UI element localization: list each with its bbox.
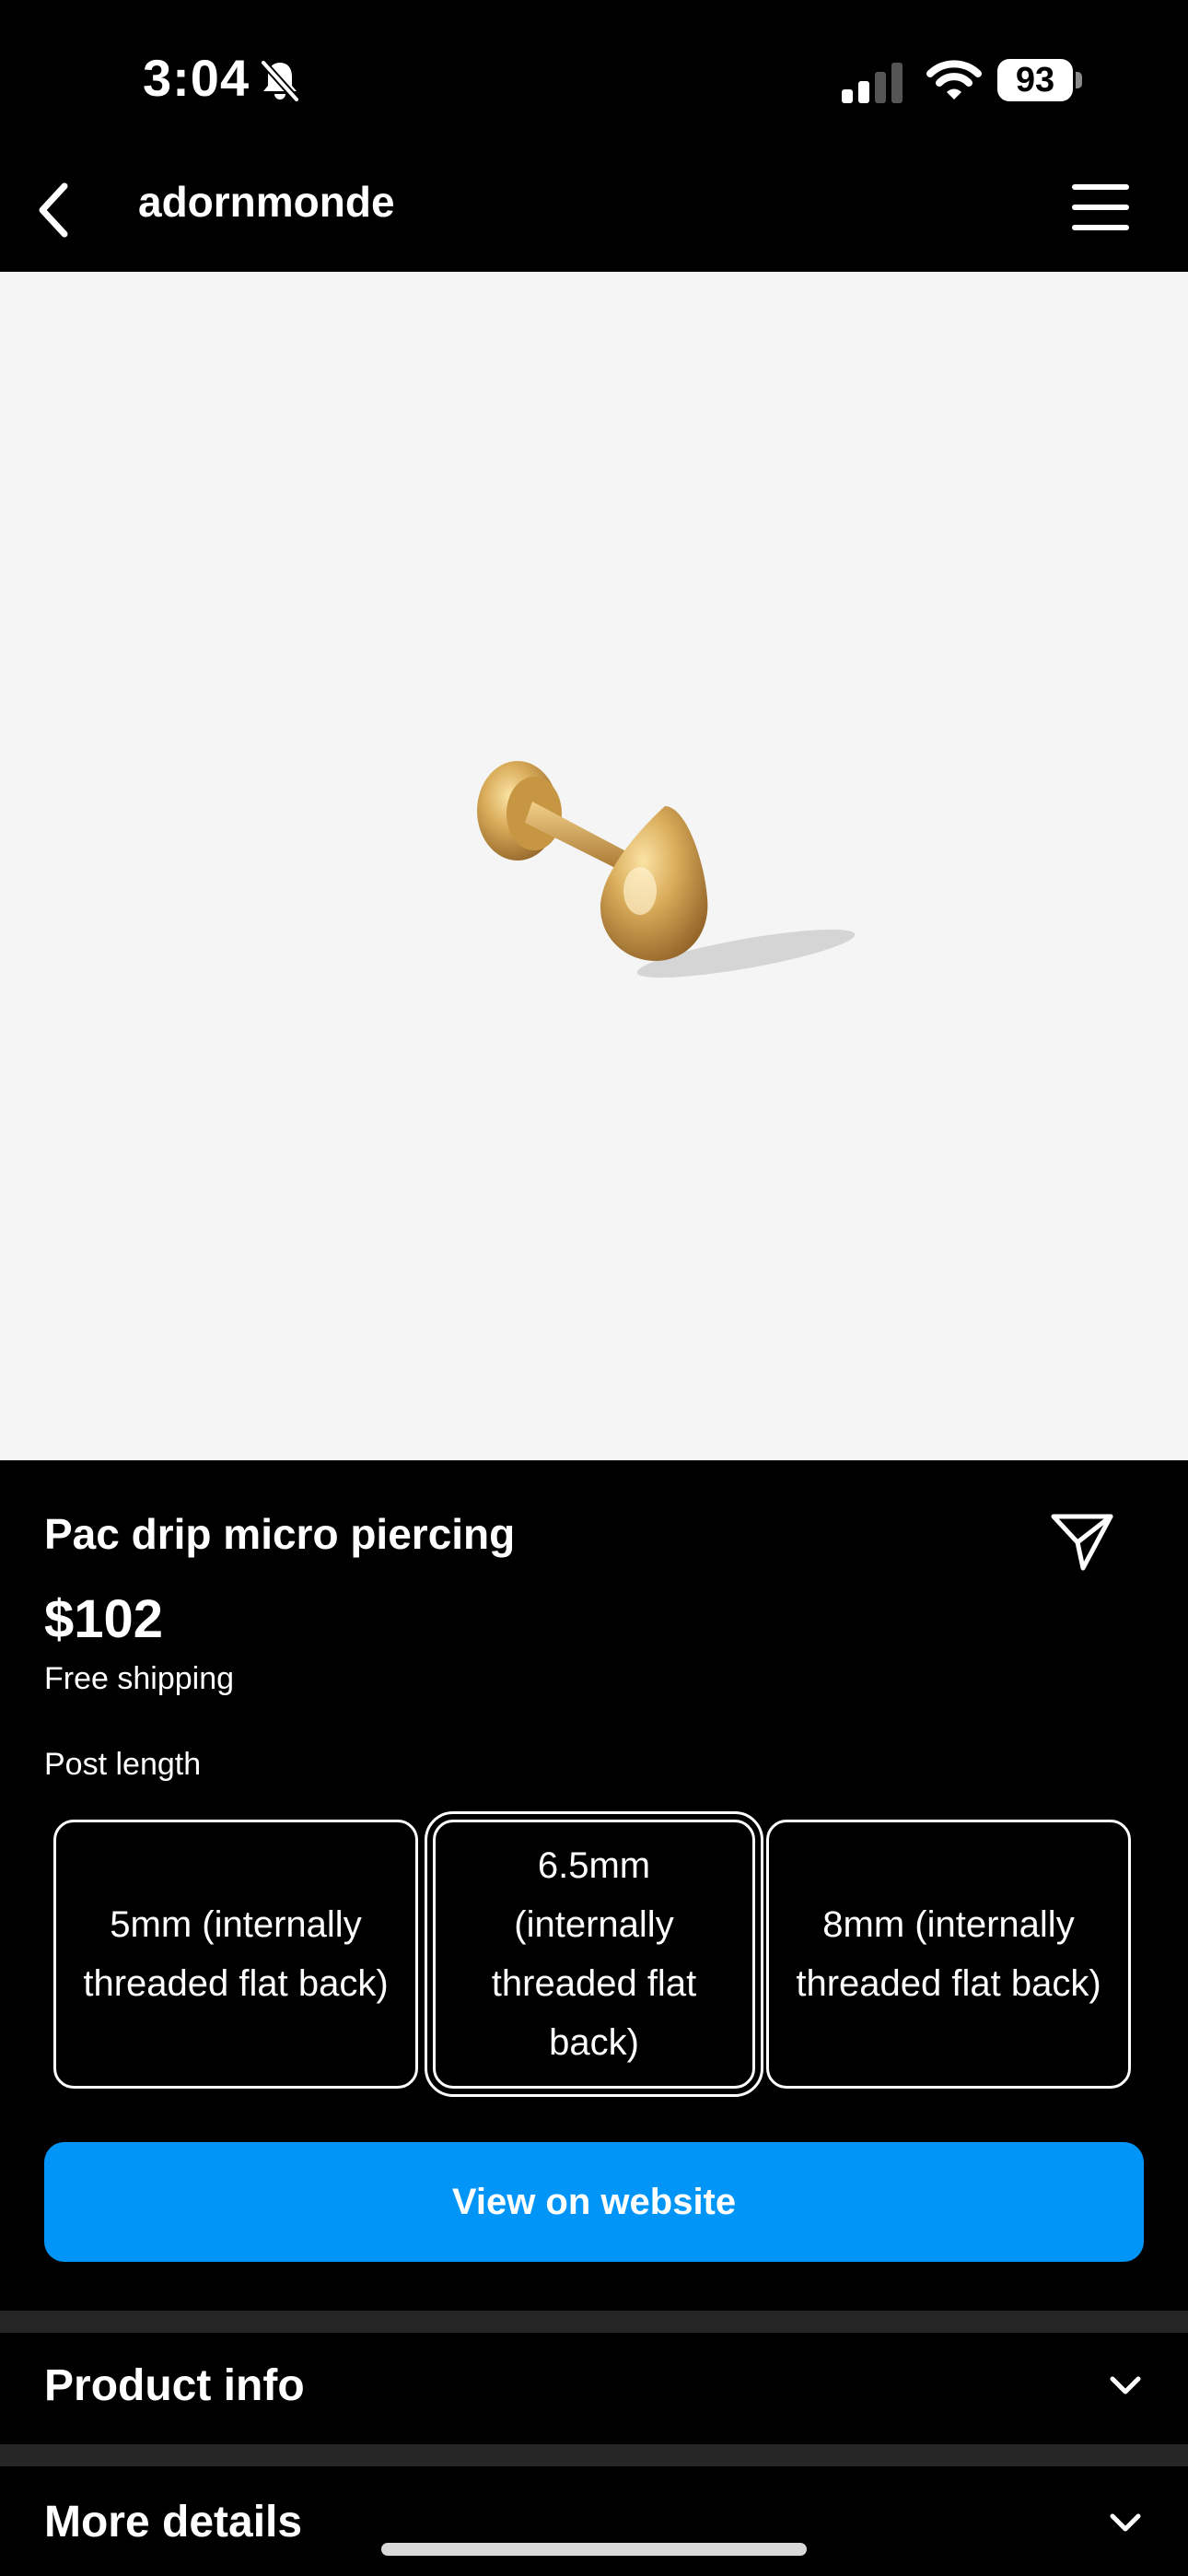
option-8mm[interactable]: 8mm (internally threaded flat back): [766, 1820, 1131, 2089]
divider: [0, 2444, 1188, 2466]
battery-level: 93: [1015, 60, 1055, 100]
option-5mm[interactable]: 5mm (internally threaded flat back): [53, 1820, 418, 2089]
back-icon[interactable]: [35, 181, 72, 244]
option-label-8mm: 8mm (internally threaded flat back): [796, 1904, 1101, 2004]
chevron-down-icon[interactable]: [1109, 2512, 1142, 2539]
wifi-icon: [926, 59, 982, 106]
option-6-5mm-selected[interactable]: 6.5mm (internally threaded flat back): [425, 1811, 763, 2097]
section-product-info[interactable]: Product info: [44, 2360, 305, 2411]
menu-icon[interactable]: [1072, 182, 1129, 237]
share-icon[interactable]: [1050, 1511, 1116, 1578]
product-title: Pac drip micro piercing: [44, 1510, 516, 1558]
status-time: 3:04: [143, 49, 250, 107]
home-indicator[interactable]: [381, 2543, 807, 2556]
cta-label: View on website: [451, 2181, 737, 2222]
section-more-details[interactable]: More details: [44, 2497, 302, 2547]
battery-cap: [1076, 72, 1082, 88]
shipping-text: Free shipping: [44, 1661, 235, 1696]
header-title[interactable]: adornmonde: [138, 177, 395, 227]
chevron-down-icon[interactable]: [1109, 2375, 1142, 2402]
bell-slash-icon: [256, 57, 304, 110]
product-price: $102: [44, 1589, 164, 1649]
product-image[interactable]: [0, 272, 1188, 1460]
option-label-6-5mm: 6.5mm (internally threaded flat back): [491, 1845, 697, 2063]
divider: [0, 2311, 1188, 2333]
view-on-website-button[interactable]: View on website: [44, 2142, 1144, 2262]
signal-icon: [842, 63, 904, 108]
option-label: Post length: [44, 1747, 202, 1782]
battery-icon: 93: [997, 59, 1073, 101]
option-label-5mm: 5mm (internally threaded flat back): [83, 1904, 389, 2004]
